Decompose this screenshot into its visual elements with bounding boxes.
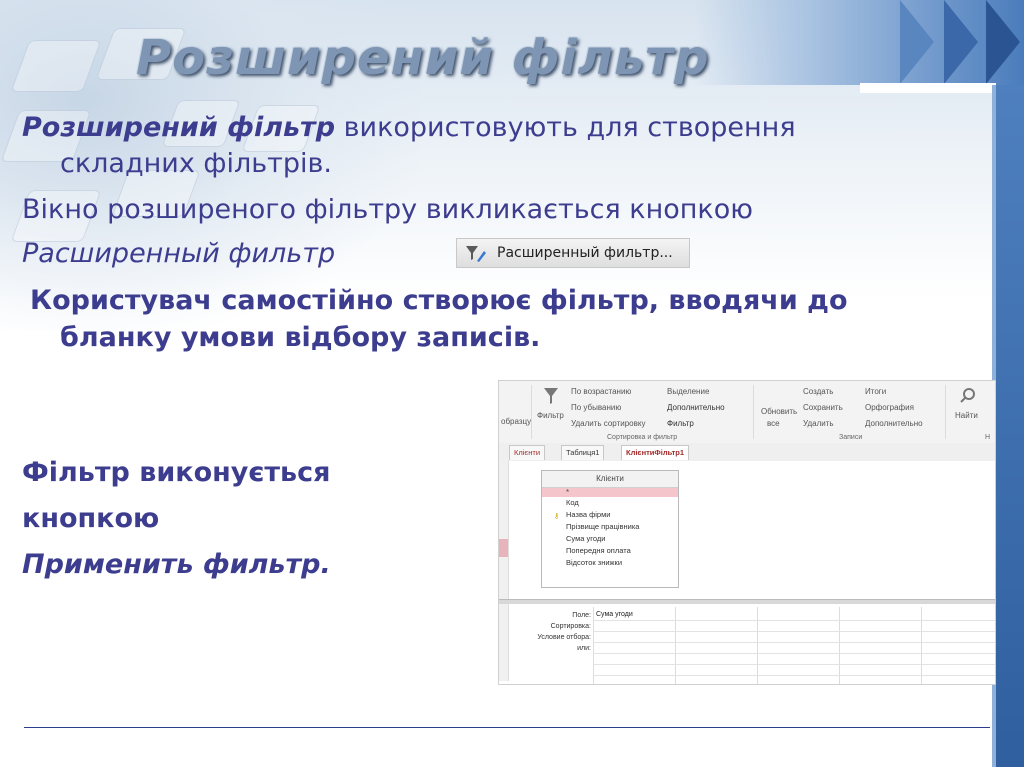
- grid-column-line: [675, 607, 676, 684]
- paragraph-2: Вікно розширеного фільтру викликається к…: [22, 194, 753, 225]
- design-splitter: [499, 599, 995, 604]
- spelling: Орфография: [865, 403, 914, 412]
- ribbon-separator: [753, 385, 754, 439]
- save-record: Сохранить: [803, 403, 843, 412]
- grid-row-line: [593, 642, 995, 643]
- navigation-pane-marker: [499, 539, 508, 557]
- term-advanced-filter: Розширений фільтр: [22, 112, 336, 143]
- refresh-all: Обновить: [761, 407, 798, 416]
- field-item: Прізвище працівника: [566, 522, 640, 531]
- all-fields-row: *: [542, 488, 678, 497]
- group-sort-filter: Сортировка и фильтр: [607, 434, 678, 441]
- grid-row-label-field: Поле:: [572, 612, 591, 619]
- field-item: Попередня оплата: [566, 546, 631, 555]
- find-label: Найти: [955, 411, 978, 420]
- access-filter-screenshot: образцу Фильтр По возрастанию По убывани…: [498, 380, 996, 685]
- paragraph-3-line-2: бланку умови відбору записів.: [60, 322, 541, 353]
- paragraph-4: Фільтр виконується: [22, 457, 331, 488]
- paragraph-3: Користувач самостійно створює фільтр, вв…: [30, 285, 848, 316]
- ribbon-label: образцу: [501, 417, 532, 426]
- field-item-label: Назва фірми: [566, 510, 611, 519]
- table-field-list-title: Клієнти: [542, 471, 678, 488]
- chevron-decoration-icon: [900, 0, 934, 84]
- new-record: Создать: [803, 387, 834, 396]
- tab-clients: Клієнти: [509, 445, 546, 460]
- sort-descending: По убыванию: [571, 403, 622, 412]
- group-find: Н: [985, 434, 991, 441]
- paragraph-1-line-2: складних фільтрів.: [60, 148, 333, 179]
- navigation-pane-collapsed: [499, 461, 509, 681]
- ribbon-separator: [531, 385, 532, 439]
- advanced-filter-button: Расширенный фильтр...: [456, 238, 690, 268]
- field-item: Відсоток знижки: [566, 558, 623, 567]
- grid-column-line: [757, 607, 758, 684]
- grid-row-label-criteria: Условие отбора:: [537, 634, 591, 641]
- paragraph-4-line-2: кнопкою: [22, 503, 160, 534]
- sort-ascending: По возрастанию: [571, 387, 632, 396]
- field-item: Код: [566, 498, 579, 507]
- table-field-list: Клієнти * Код ⚷ Назва фірми Прізвище прац…: [541, 470, 679, 588]
- tab-clients-filter1: КлієнтиФільтр1: [621, 445, 690, 460]
- tab-table1: Таблиця1: [561, 445, 605, 460]
- paragraph-2-button-name: Расширенный фильтр: [22, 238, 336, 269]
- filter-label: Фильтр: [537, 411, 564, 420]
- grid-column-line: [921, 607, 922, 684]
- grid-row-line: [593, 675, 995, 676]
- ribbon-separator: [945, 385, 946, 439]
- filter-funnel-icon: [544, 388, 558, 404]
- grid-column-line: [593, 607, 594, 684]
- toggle-filter: Фильтр: [667, 419, 694, 428]
- ribbon: образцу Фильтр По возрастанию По убывани…: [499, 381, 995, 444]
- field-item: Сума угоди: [566, 534, 606, 543]
- side-bar: [996, 85, 1024, 767]
- advanced-menu: Дополнительно: [667, 403, 725, 412]
- totals: Итоги: [865, 387, 887, 396]
- grid-row-label-or: или:: [577, 645, 591, 652]
- chevron-decoration-icon: [986, 0, 1020, 84]
- advanced-filter-label: Расширенный фильтр...: [497, 245, 673, 261]
- group-records: Записи: [839, 434, 863, 441]
- funnel-pencil-icon: [466, 246, 486, 262]
- content-panel-edge: [860, 83, 996, 93]
- footer-divider: [24, 727, 990, 728]
- grid-row-line: [593, 620, 995, 621]
- grid-column-line: [839, 607, 840, 684]
- grid-field-value: Сума угоди: [596, 611, 633, 618]
- grid-row-line: [593, 664, 995, 665]
- document-tabs: Клієнти Таблиця1 КлієнтиФільтр1: [499, 443, 995, 462]
- selection-menu: Выделение: [667, 387, 710, 396]
- search-icon: [960, 388, 975, 403]
- delete-record: Удалить: [803, 419, 834, 428]
- field-item: ⚷ Назва фірми: [542, 509, 678, 521]
- remove-sort: Удалить сортировку: [571, 419, 646, 428]
- slide-title: Розширений фільтр: [136, 30, 710, 86]
- paragraph-1-text: використовують для створення: [335, 112, 796, 143]
- grid-row-line: [593, 653, 995, 654]
- grid-row-line: [593, 631, 995, 632]
- grid-row-label-sort: Сортировка:: [550, 623, 591, 630]
- more-menu: Дополнительно: [865, 419, 923, 428]
- paragraph-1: Розширений фільтр використовують для ств…: [22, 110, 796, 146]
- chevron-decoration-icon: [944, 0, 978, 84]
- paragraph-4-button-name: Применить фильтр.: [22, 549, 331, 580]
- refresh-all-line-2: все: [767, 419, 780, 428]
